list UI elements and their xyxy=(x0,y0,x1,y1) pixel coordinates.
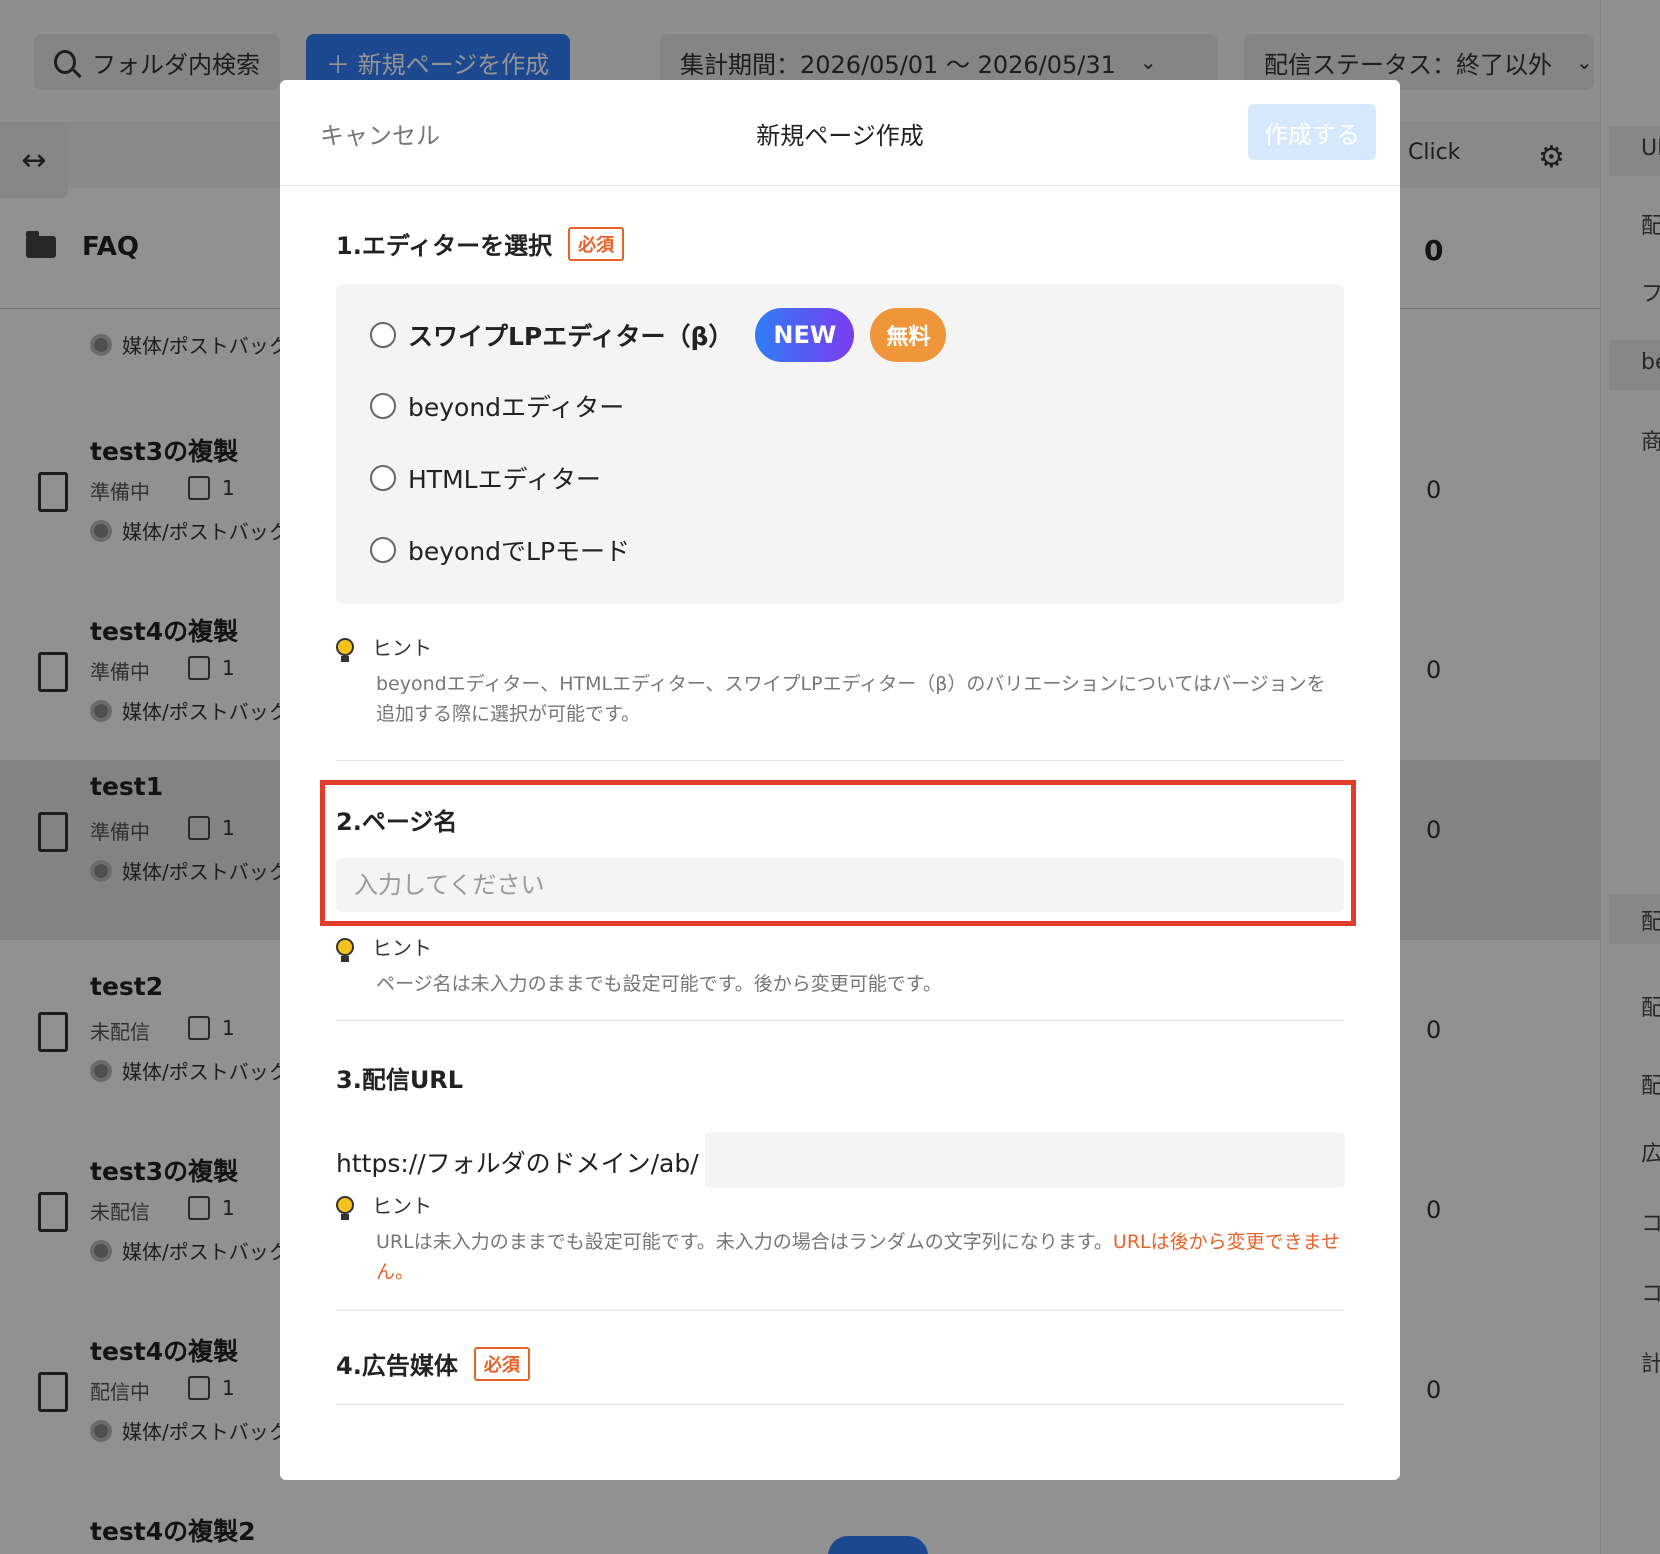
url-input[interactable] xyxy=(705,1132,1345,1188)
new-page-modal: キャンセル 新規ページ作成 作成する 1.エディターを選択 必須 スワイプLPエ… xyxy=(280,80,1400,1480)
page-name-section-title: 2.ページ名 xyxy=(336,808,458,836)
divider xyxy=(336,1404,1344,1405)
required-badge: 必須 xyxy=(568,226,625,261)
editor-hint: ヒント beyondエディター、HTMLエディター、スワイプLPエディター（β）… xyxy=(336,632,1344,729)
lightbulb-icon xyxy=(336,937,354,962)
divider xyxy=(336,1310,1344,1311)
radio-button[interactable] xyxy=(370,322,396,348)
editor-option-swipe-lp[interactable]: スワイプLPエディター（β） NEW 無料 xyxy=(370,308,947,362)
ad-media-section-title: 4.広告媒体 必須 xyxy=(336,1346,530,1381)
new-badge: NEW xyxy=(755,308,855,362)
editor-section-title: 1.エディターを選択 必須 xyxy=(336,226,625,261)
divider xyxy=(336,1020,1344,1021)
free-badge: 無料 xyxy=(870,308,947,362)
divider xyxy=(336,760,1344,761)
page-name-input[interactable] xyxy=(336,858,1344,912)
radio-button[interactable] xyxy=(370,393,396,419)
url-section-title: 3.配信URL xyxy=(336,1066,464,1094)
page-name-hint-text: ページ名は未入力のままでも設定可能です。後から変更可能です。 xyxy=(376,973,942,995)
modal-header: キャンセル 新規ページ作成 作成する xyxy=(280,80,1400,186)
url-hint: ヒント URLは未入力のままでも設定可能です。未入力の場合はランダムの文字列にな… xyxy=(336,1190,1344,1287)
url-hint-text: URLは未入力のままでも設定可能です。未入力の場合はランダムの文字列になります。… xyxy=(376,1231,1341,1283)
radio-button[interactable] xyxy=(370,537,396,563)
lightbulb-icon xyxy=(336,637,354,662)
lightbulb-icon xyxy=(336,1195,354,1220)
editor-option-beyond-lp[interactable]: beyondでLPモード xyxy=(370,532,630,568)
modal-title: 新規ページ作成 xyxy=(756,122,924,150)
radio-button[interactable] xyxy=(370,465,396,491)
page-name-hint: ヒント ページ名は未入力のままでも設定可能です。後から変更可能です。 xyxy=(336,932,1344,999)
editor-option-beyond[interactable]: beyondエディター xyxy=(370,388,624,424)
required-badge: 必須 xyxy=(473,1346,530,1381)
create-button[interactable]: 作成する xyxy=(1248,104,1376,160)
editor-hint-text: beyondエディター、HTMLエディター、スワイプLPエディター（β）のバリエ… xyxy=(376,673,1326,725)
url-prefix: https://フォルダのドメイン/ab/ xyxy=(336,1149,699,1178)
editor-option-html[interactable]: HTMLエディター xyxy=(370,460,601,496)
editor-options: スワイプLPエディター（β） NEW 無料 beyondエディター HTMLエデ… xyxy=(336,284,1344,604)
